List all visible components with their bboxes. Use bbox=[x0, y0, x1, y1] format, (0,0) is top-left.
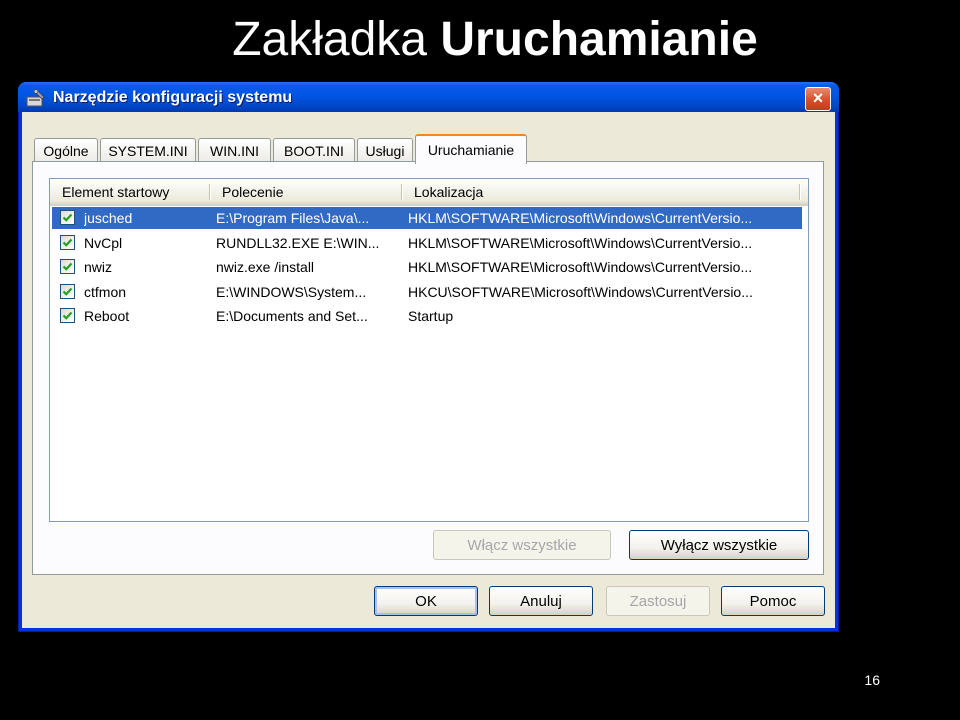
window-title: Narzędzie konfiguracji systemu bbox=[53, 89, 293, 106]
startup-item-row[interactable]: NvCpl RUNDLL32.EXE E:\WIN... HKLM\SOFTWARE… bbox=[52, 232, 802, 254]
startup-item-checkbox[interactable] bbox=[60, 234, 75, 250]
column-header-label: Lokalizacja bbox=[414, 184, 484, 200]
dialog-client-area: Ogólne SYSTEM.INI WIN.INI BOOT.INI Usług… bbox=[22, 112, 835, 628]
startup-item-checkbox[interactable] bbox=[60, 283, 75, 299]
page-number: 16 bbox=[864, 672, 880, 688]
msconfig-icon bbox=[26, 89, 46, 107]
tab-system-ini[interactable]: SYSTEM.INI bbox=[100, 138, 196, 162]
startup-item-checkbox[interactable] bbox=[60, 210, 75, 225]
slide-title-bold: Uruchamianie bbox=[440, 13, 758, 66]
slide-title: Zakładka Uruchamianie bbox=[0, 8, 960, 72]
startup-item-location: HKLM\SOFTWARE\Microsoft\Windows\CurrentV… bbox=[408, 210, 753, 226]
startup-item-name: jusched bbox=[84, 210, 133, 226]
startup-item-row[interactable]: nwiz nwiz.exe /install HKLM\SOFTWARE\Micro… bbox=[52, 256, 802, 278]
tab-win-ini[interactable]: WIN.INI bbox=[198, 138, 271, 162]
system-config-window: Narzędzie konfiguracji systemu × Ogólne … bbox=[18, 82, 839, 632]
startup-item-row[interactable]: jusched E:\Program Files\Java\... HKLM\SOF… bbox=[52, 207, 802, 229]
column-header-startup-item[interactable]: Element startowy bbox=[50, 179, 210, 205]
startup-item-name: ctfmon bbox=[84, 283, 127, 300]
tab-boot-ini[interactable]: BOOT.INI bbox=[273, 138, 355, 162]
disable-all-button[interactable]: Wyłącz wszystkie bbox=[629, 530, 809, 560]
startup-item-location: HKCU\SOFTWARE\Microsoft\Windows\CurrentV… bbox=[408, 283, 753, 300]
title-bar[interactable]: Narzędzie konfiguracji systemu × bbox=[18, 82, 839, 112]
enable-all-button[interactable]: Włącz wszystkie bbox=[433, 530, 611, 560]
startup-item-command: RUNDLL32.EXE E:\WIN... bbox=[216, 234, 380, 251]
column-header-location[interactable]: Lokalizacja bbox=[402, 179, 800, 205]
column-header-label: Polecenie bbox=[222, 184, 284, 200]
tab-uruchamianie[interactable]: Uruchamianie bbox=[415, 134, 527, 164]
startup-item-command: E:\Program Files\Java\... bbox=[216, 210, 370, 226]
list-header: Element startowy Polecenie Lokalizacja bbox=[50, 179, 808, 206]
startup-tab-panel: Element startowy Polecenie Lokalizacja j… bbox=[32, 161, 824, 575]
startup-item-command: E:\Documents and Set... bbox=[216, 308, 368, 324]
close-icon: × bbox=[812, 88, 824, 108]
startup-item-name: nwiz bbox=[84, 259, 113, 275]
startup-item-row[interactable]: Reboot E:\Documents and Set... Startup bbox=[52, 305, 802, 327]
startup-item-checkbox[interactable] bbox=[60, 308, 75, 323]
tab-uslugi[interactable]: Usługi bbox=[357, 138, 413, 162]
startup-item-command: E:\WINDOWS\System... bbox=[216, 283, 367, 300]
startup-item-row[interactable]: ctfmon E:\WINDOWS\System... HKCU\SOFTWARE\… bbox=[52, 281, 802, 303]
column-header-command[interactable]: Polecenie bbox=[210, 179, 402, 205]
tab-ogolne[interactable]: Ogólne bbox=[34, 138, 98, 162]
startup-items-list[interactable]: Element startowy Polecenie Lokalizacja j… bbox=[49, 178, 809, 522]
cancel-button[interactable]: Anuluj bbox=[489, 586, 593, 616]
startup-item-location: Startup bbox=[408, 308, 454, 324]
startup-item-command: nwiz.exe /install bbox=[216, 259, 315, 275]
ok-button[interactable]: OK bbox=[374, 586, 478, 616]
startup-item-location: HKLM\SOFTWARE\Microsoft\Windows\CurrentV… bbox=[408, 259, 753, 275]
column-header-label: Element startowy bbox=[62, 184, 170, 200]
startup-item-checkbox[interactable] bbox=[60, 259, 75, 274]
startup-item-name: NvCpl bbox=[84, 234, 123, 251]
startup-item-name: Reboot bbox=[84, 308, 130, 324]
help-button[interactable]: Pomoc bbox=[721, 586, 825, 616]
slide-title-normal: Zakładka bbox=[232, 13, 427, 66]
close-button[interactable]: × bbox=[805, 87, 831, 111]
apply-button[interactable]: Zastosuj bbox=[606, 586, 710, 616]
startup-item-location: HKLM\SOFTWARE\Microsoft\Windows\CurrentV… bbox=[408, 234, 753, 251]
